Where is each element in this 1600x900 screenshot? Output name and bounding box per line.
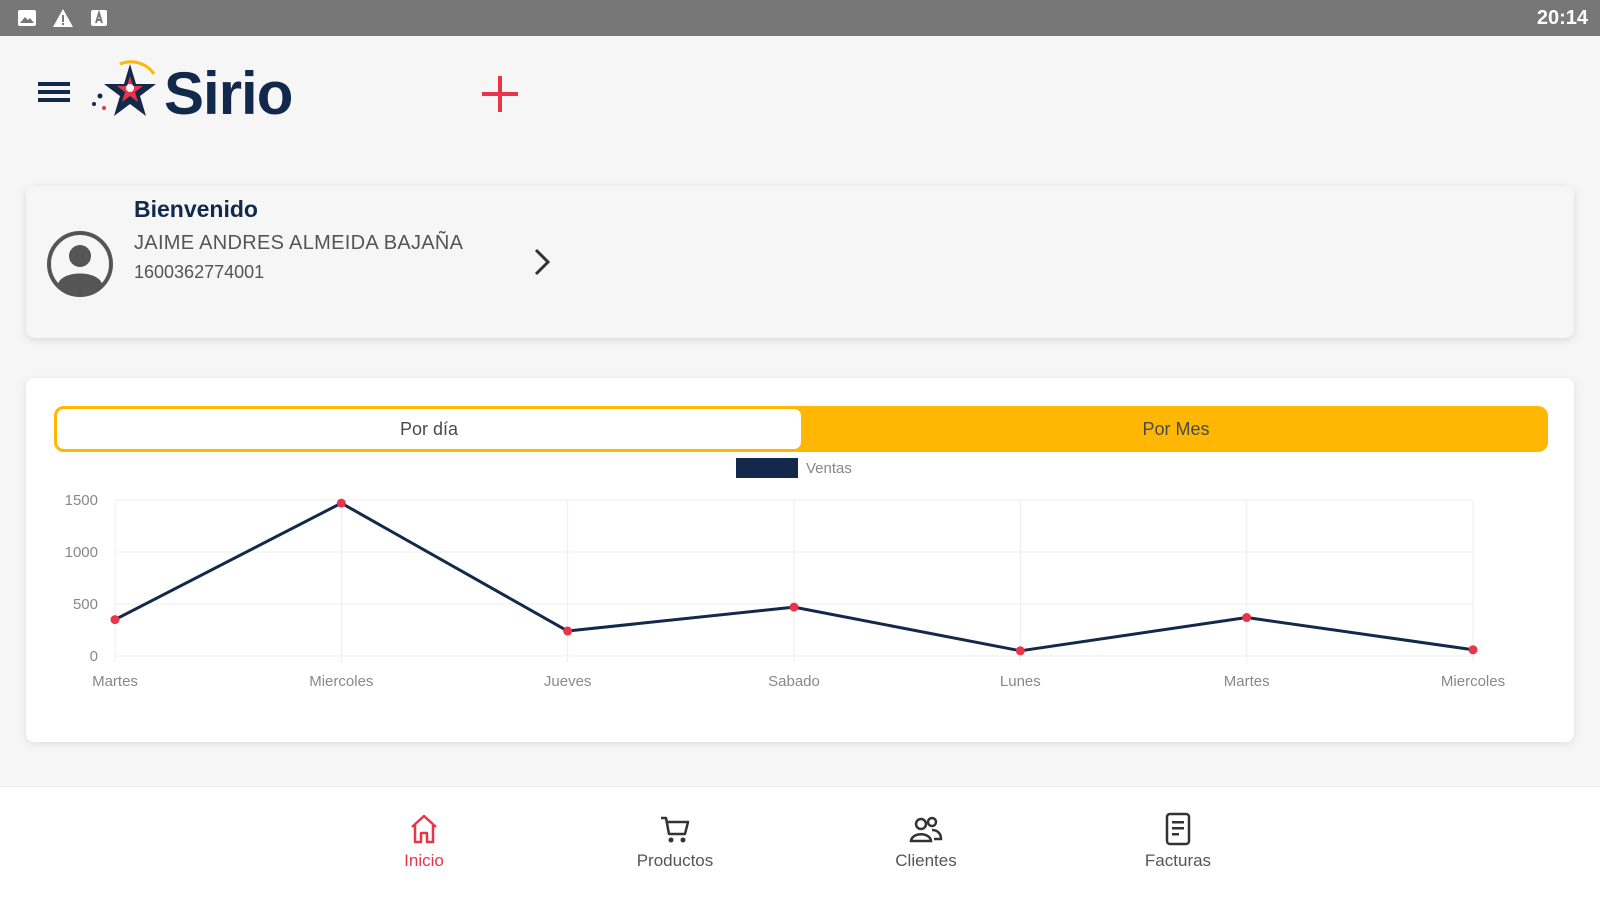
nav-label: Facturas — [1144, 851, 1212, 870]
user-id: 1600362774001 — [134, 262, 265, 282]
image-icon — [16, 7, 38, 29]
sales-chart-card: Por día Por Mes Ventas 0 500 1000 1500 Martes… — [26, 378, 1574, 742]
data-point — [789, 602, 799, 612]
x-tick-label: Miercoles — [1441, 673, 1505, 690]
legend-label: Ventas — [806, 460, 852, 477]
welcome-title: Bienvenido — [134, 196, 258, 222]
nav-facturas[interactable]: Facturas — [1118, 811, 1238, 881]
invoice-icon — [1165, 812, 1191, 846]
data-point — [563, 626, 573, 636]
data-point — [1468, 645, 1478, 655]
nav-label: Productos — [636, 851, 714, 870]
app-bar: Sirio — [0, 36, 1600, 152]
plus-icon[interactable] — [478, 72, 522, 116]
tab-por-mes[interactable]: Por Mes — [804, 406, 1548, 452]
hamburger-icon[interactable] — [36, 76, 80, 112]
data-point — [336, 498, 346, 508]
status-icons — [16, 7, 110, 29]
y-tick-label: 1500 — [65, 492, 98, 509]
data-point — [110, 615, 120, 625]
legend-swatch — [736, 458, 798, 478]
star-logo-icon — [92, 60, 156, 116]
tab-por-dia[interactable]: Por día — [54, 406, 804, 452]
nav-inicio[interactable]: Inicio — [364, 811, 484, 881]
x-tick-label: Martes — [1224, 673, 1270, 690]
status-bar: 20:14 — [0, 0, 1600, 36]
welcome-card[interactable]: Bienvenido JAIME ANDRES ALMEIDA BAJAÑA 1… — [26, 186, 1574, 338]
sales-line-chart: Ventas 0 500 1000 1500 Martes Miercoles Jueves S… — [65, 458, 1505, 690]
nav-clientes[interactable]: Clientes — [866, 811, 986, 881]
x-tick-label: Sabado — [768, 673, 820, 690]
chevron-right-icon[interactable] — [528, 244, 558, 280]
y-tick-label: 0 — [90, 648, 98, 665]
status-time: 20:14 — [1536, 6, 1588, 29]
data-point — [1015, 646, 1025, 656]
avatar-icon — [46, 230, 114, 298]
x-tick-label: Miercoles — [309, 673, 373, 690]
nav-label: Inicio — [404, 851, 444, 870]
warning-icon — [52, 7, 74, 29]
logo-text: Sirio — [164, 59, 293, 127]
data-point — [1242, 613, 1252, 623]
x-tick-label: Jueves — [544, 673, 592, 690]
y-tick-label: 500 — [73, 596, 98, 613]
a-badge-icon — [88, 7, 110, 29]
brand-logo: Sirio — [90, 58, 293, 128]
cart-icon — [661, 816, 690, 843]
period-toggle: Por día Por Mes — [54, 406, 1548, 452]
nav-productos[interactable]: Productos — [615, 811, 735, 881]
user-name: JAIME ANDRES ALMEIDA BAJAÑA — [134, 232, 464, 254]
bottom-nav: Inicio Productos Clientes Facturas — [0, 786, 1600, 900]
home-icon — [411, 814, 437, 844]
y-tick-label: 1000 — [65, 544, 98, 561]
x-tick-label: Martes — [92, 673, 138, 690]
x-tick-label: Lunes — [1000, 673, 1041, 690]
users-icon — [909, 816, 943, 843]
nav-label: Clientes — [895, 851, 957, 870]
